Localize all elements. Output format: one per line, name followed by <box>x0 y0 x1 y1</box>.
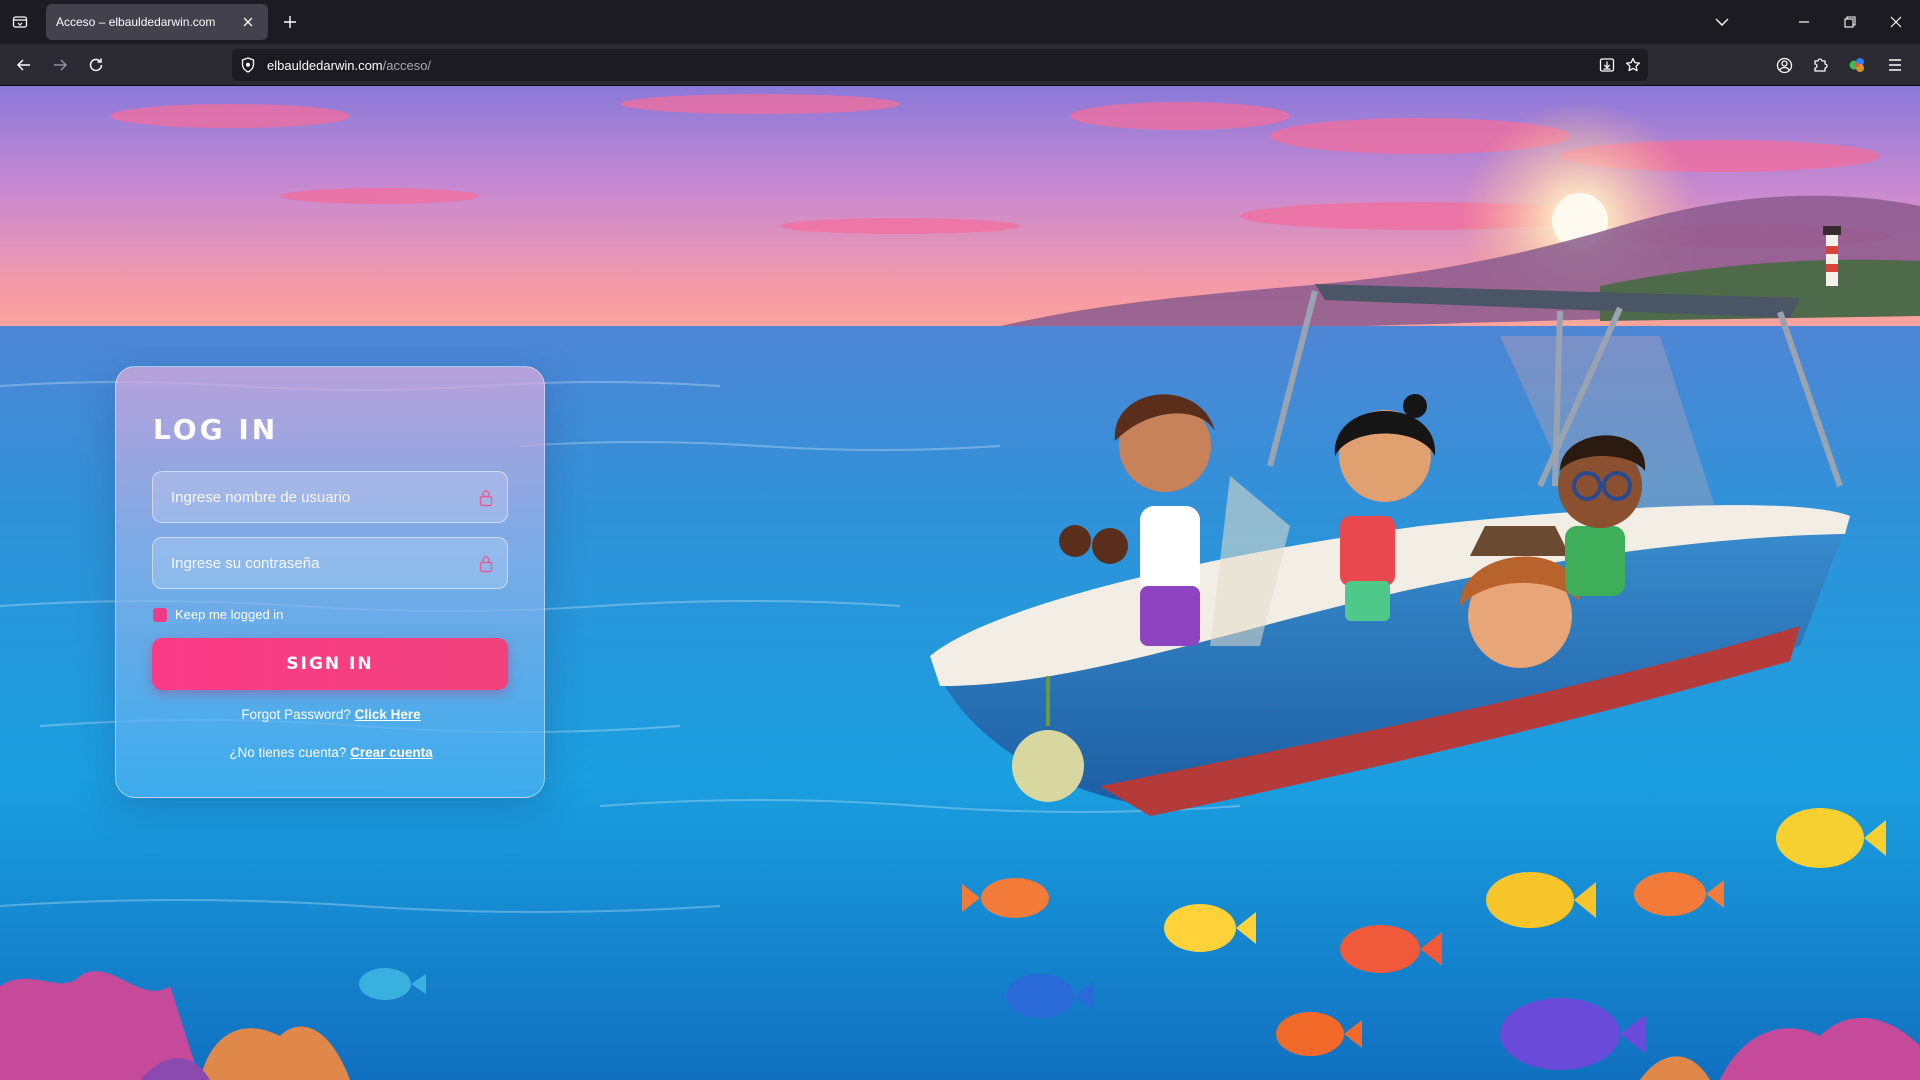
plus-icon <box>284 16 296 28</box>
address-bar[interactable]: elbauldedarwin.com/acceso/ <box>232 49 1648 81</box>
puzzle-icon <box>1814 58 1828 72</box>
page-content: LOG IN Keep me logged in SIGN IN Forgot … <box>0 86 1920 1080</box>
arrow-right-icon <box>54 59 68 71</box>
extension-button[interactable] <box>1843 51 1871 79</box>
bookmark-button[interactable] <box>1622 54 1644 76</box>
extensions-button[interactable] <box>1806 51 1834 79</box>
username-input[interactable] <box>153 472 507 522</box>
tab-title: Acceso – elbauldedarwin.com <box>56 15 216 29</box>
app-menu-button[interactable] <box>1881 51 1909 79</box>
reload-icon <box>89 58 103 72</box>
save-to-pocket-button[interactable] <box>1596 54 1618 76</box>
forgot-password-text: Forgot Password? <box>241 707 351 722</box>
browser-tab-active[interactable]: Acceso – elbauldedarwin.com <box>46 4 268 40</box>
list-all-tabs-button[interactable] <box>1704 6 1740 38</box>
new-tab-button[interactable] <box>276 8 304 36</box>
minimize-icon <box>1799 21 1809 23</box>
login-title: LOG IN <box>153 413 279 446</box>
username-field-wrapper <box>152 471 508 523</box>
minimize-window-button[interactable] <box>1786 6 1822 38</box>
sign-in-button[interactable]: SIGN IN <box>152 638 508 690</box>
restore-window-button[interactable] <box>1832 6 1868 38</box>
forgot-password-link[interactable]: Click Here <box>355 707 421 722</box>
chevron-down-icon <box>1715 18 1729 26</box>
url-path: /acceso/ <box>382 58 432 73</box>
reload-button[interactable] <box>82 51 110 79</box>
account-button[interactable] <box>1770 51 1798 79</box>
password-field-wrapper <box>152 537 508 589</box>
hamburger-menu-icon <box>1889 59 1901 71</box>
extension-icon <box>1849 58 1864 72</box>
password-input[interactable] <box>153 538 507 588</box>
lock-icon <box>479 556 493 573</box>
star-icon <box>1625 57 1641 72</box>
signup-line: ¿No tienes cuenta? Crear cuenta <box>116 745 546 760</box>
save-page-icon <box>1599 58 1615 72</box>
back-button[interactable] <box>10 51 38 79</box>
remember-me-checkbox[interactable] <box>153 607 167 622</box>
browser-navigation-bar: elbauldedarwin.com/acceso/ <box>0 44 1920 86</box>
close-icon <box>1890 16 1902 28</box>
signup-link[interactable]: Crear cuenta <box>350 745 433 760</box>
shield-icon <box>241 57 255 73</box>
forward-button[interactable] <box>46 51 74 79</box>
close-icon <box>243 17 253 27</box>
remember-me-label: Keep me logged in <box>175 607 284 622</box>
login-form: LOG IN Keep me logged in SIGN IN Forgot … <box>115 366 545 798</box>
account-icon <box>1776 57 1792 73</box>
tablist-icon <box>12 16 28 28</box>
forgot-password-line: Forgot Password? Click Here <box>116 707 546 722</box>
signup-text: ¿No tienes cuenta? <box>229 745 347 760</box>
url-domain: elbauldedarwin.com <box>267 58 383 73</box>
browser-tab-bar: Acceso – elbauldedarwin.com <box>0 0 1920 44</box>
arrow-left-icon <box>16 59 30 71</box>
url-text[interactable]: elbauldedarwin.com/acceso/ <box>267 58 431 73</box>
lock-icon <box>479 490 493 507</box>
tab-close-button[interactable] <box>238 12 258 32</box>
close-window-button[interactable] <box>1878 6 1914 38</box>
remember-me[interactable]: Keep me logged in <box>153 607 283 622</box>
tablist-button[interactable] <box>6 8 34 36</box>
restore-icon <box>1844 16 1856 28</box>
tracking-protection-button[interactable] <box>238 55 258 75</box>
